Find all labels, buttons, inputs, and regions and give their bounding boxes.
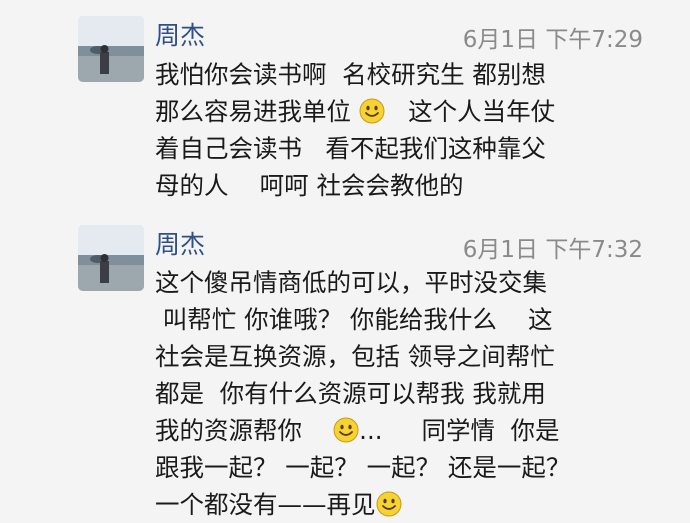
message-line: 我怕你会读书啊 名校研究生 都别想	[155, 60, 546, 89]
smile-emoji-icon	[333, 417, 359, 443]
message-text: 这个傻吊情商低的可以，平时没交集 叫帮忙 你谁哦？ 你能给我什么 这社会是互换资…	[155, 264, 650, 523]
sender-name: 周杰	[155, 21, 206, 50]
message-line: 叫帮忙 你谁哦？ 你能给我什么 这	[155, 305, 553, 334]
message-line: 那么容易进我单位 这个人当年仗	[155, 97, 556, 126]
message-line: 都是 你有什么资源可以帮我 我就用	[155, 379, 546, 408]
message-line: 我的资源帮你 ... 同学情 你是	[155, 416, 560, 445]
avatar-photo-icon	[78, 16, 144, 82]
message-timestamp: 6月1日 下午7:32	[462, 237, 643, 263]
message-line: 着自己会读书 看不起我们这种靠父	[155, 134, 546, 163]
avatar[interactable]	[78, 225, 144, 291]
message-line: 社会是互换资源，包括 领导之间帮忙	[155, 342, 555, 371]
message-line: 这个傻吊情商低的可以，平时没交集	[155, 268, 547, 297]
avatar[interactable]	[78, 16, 144, 82]
message-timestamp: 6月1日 下午7:29	[462, 27, 643, 53]
sender-name: 周杰	[155, 230, 206, 259]
message-text: 我怕你会读书啊 名校研究生 都别想 那么容易进我单位 这个人当年仗 着自己会读书 看…	[155, 56, 650, 204]
smile-emoji-icon	[376, 491, 401, 517]
message-line: 一个都没有——再见	[155, 486, 650, 523]
message-line: 母的人 呵呵 社会会教他的	[155, 171, 464, 200]
message-line: 跟我一起？ 一起？ 一起？ 还是一起？	[155, 453, 571, 482]
avatar-photo-icon	[78, 225, 144, 291]
smile-emoji-icon	[359, 98, 385, 124]
